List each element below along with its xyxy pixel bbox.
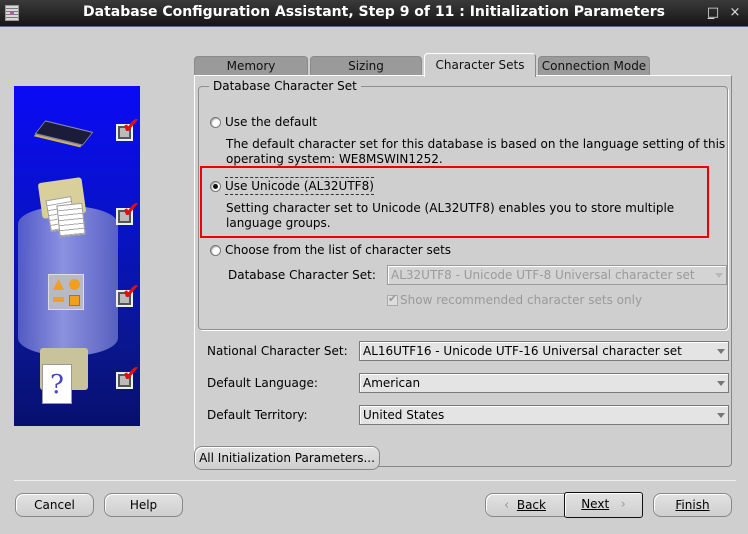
default-language-select[interactable]: American [359, 373, 729, 393]
chevron-down-icon [717, 413, 725, 418]
finish-label: Finish [675, 498, 710, 512]
tab-sizing[interactable]: Sizing [310, 56, 422, 76]
national-charset-select[interactable]: AL16UTF16 - Unicode UTF-16 Universal cha… [359, 341, 729, 361]
shapes-options-icon [48, 274, 84, 310]
wizard-side-image: ? [14, 86, 140, 426]
chevron-down-icon [715, 273, 723, 278]
step-complete-check-icon [116, 198, 140, 225]
help-document-icon: ? [42, 364, 72, 404]
chevron-left-icon: ‹ [504, 498, 510, 513]
window-title: Database Configuration Assistant, Step 9… [83, 4, 665, 20]
database-charset-value: AL32UTF8 - Unicode UTF-8 Universal chara… [391, 268, 695, 282]
default-territory-select[interactable]: United States [359, 405, 729, 425]
help-button[interactable]: Help [104, 493, 183, 517]
chevron-down-icon [717, 381, 725, 386]
use-unicode-description: Setting character set to Unicode (AL32UT… [226, 201, 675, 230]
show-recommended-label[interactable]: Show recommended character sets only [400, 293, 642, 307]
cancel-button[interactable]: Cancel [15, 493, 94, 517]
use-unicode-radio[interactable] [210, 181, 221, 192]
next-button[interactable]: Next › [564, 492, 643, 518]
chevron-right-icon: › [620, 497, 626, 512]
tab-connection-mode[interactable]: Connection Mode [538, 56, 650, 76]
default-territory-value: United States [363, 408, 445, 422]
character-sets-panel: Database Character Set Use the default T… [194, 75, 732, 467]
use-unicode-label[interactable]: Use Unicode (AL32UTF8) [225, 177, 374, 195]
use-default-radio[interactable] [210, 117, 221, 128]
back-label: Back [516, 498, 546, 512]
close-button[interactable]: × [728, 5, 742, 20]
memory-chip-icon [34, 120, 94, 146]
step-complete-check-icon [116, 280, 140, 307]
database-charset-label: Database Character Set: [228, 268, 376, 282]
finish-button[interactable]: Finish [653, 493, 732, 517]
title-bar: Database Configuration Assistant, Step 9… [0, 0, 748, 27]
default-territory-label: Default Territory: [207, 408, 308, 422]
use-default-label[interactable]: Use the default [225, 115, 317, 129]
chevron-down-icon [717, 349, 725, 354]
step-complete-check-icon [116, 114, 140, 141]
national-charset-label: National Character Set: [207, 344, 348, 358]
all-initialization-parameters-button[interactable]: All Initialization Parameters... [194, 446, 380, 470]
choose-from-list-radio[interactable] [210, 245, 221, 256]
tab-character-sets[interactable]: Character Sets [424, 53, 536, 77]
default-language-label: Default Language: [207, 376, 318, 390]
choose-from-list-label[interactable]: Choose from the list of character sets [225, 243, 451, 257]
maximize-button[interactable]: □ [706, 5, 720, 20]
next-label: Next [581, 497, 610, 511]
document-icon [56, 202, 86, 238]
database-character-set-group: Database Character Set Use the default T… [198, 79, 728, 330]
group-legend: Database Character Set [209, 79, 361, 93]
database-charset-select[interactable]: AL32UTF8 - Unicode UTF-8 Universal chara… [387, 265, 727, 285]
step-complete-check-icon [116, 362, 140, 389]
back-button[interactable]: ‹ Back [485, 493, 565, 517]
use-default-description: The default character set for this datab… [226, 137, 726, 166]
tab-memory[interactable]: Memory [194, 56, 308, 76]
footer-divider [14, 480, 736, 481]
dialog-content: ? Memory Sizing Character Sets Connectio… [0, 28, 748, 534]
default-language-value: American [363, 376, 421, 390]
national-charset-value: AL16UTF16 - Unicode UTF-16 Universal cha… [363, 344, 682, 358]
show-recommended-checkbox[interactable] [387, 292, 398, 306]
